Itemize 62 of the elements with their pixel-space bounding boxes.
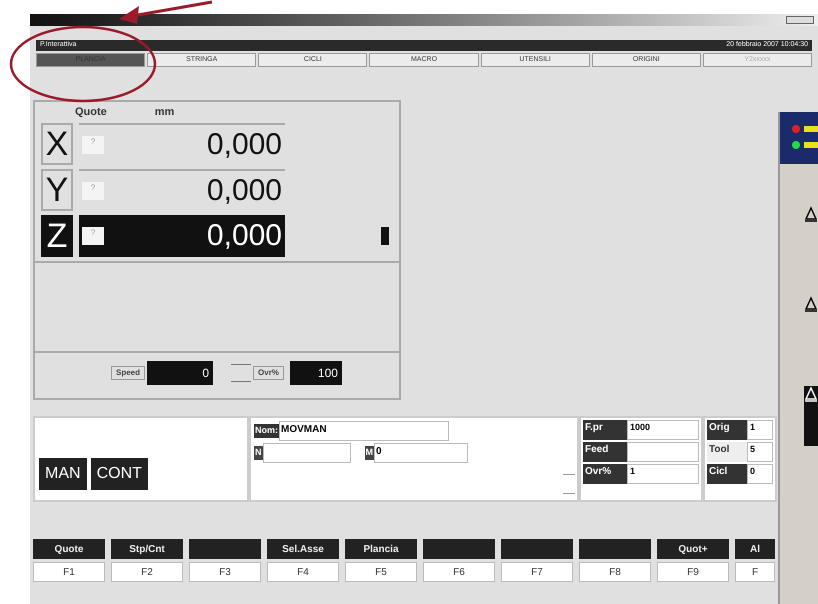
warning-icon [804,206,818,222]
spinner-icon[interactable] [563,474,575,494]
positions-heading: Quote [75,105,107,120]
axis-flag: ? [82,182,104,200]
function-label: Quot+ [657,539,729,559]
function-label: Stp/Cnt [111,539,183,559]
param-field[interactable]: 1000 [627,420,699,440]
axis-label: Z [41,214,73,256]
param-label: F.pr [583,420,627,440]
param-field[interactable]: 1 [627,464,699,484]
mode-indicator: MAN [39,458,87,490]
speed-value: 0 [147,360,214,384]
window-controls-icon[interactable] [786,16,814,24]
function-key[interactable]: F2 [111,562,183,582]
axis-flag: ? [82,136,104,154]
function-key[interactable]: F5 [345,562,417,582]
spinner-icon[interactable] [231,364,252,382]
function-key[interactable]: F6 [423,562,495,582]
status-label: Cicl [707,464,747,484]
function-label [579,539,651,559]
nom-label: Nom: [254,424,279,438]
nom-field[interactable]: MOVMAN [279,421,449,441]
mode-indicator: CONT [90,458,148,490]
function-label: Al [735,539,775,559]
axis-value: 0,000 [206,218,282,254]
function-label [189,539,261,559]
param-label: Feed [583,442,627,462]
warning-icon [804,386,818,402]
function-key[interactable]: F7 [501,562,573,582]
axis-value: 0,000 [206,173,282,209]
m-label: M [364,446,374,460]
function-key[interactable]: F3 [189,562,261,582]
function-label [501,539,573,559]
function-label: Quote [33,539,105,559]
axis-flag: ? [82,226,104,244]
status-field[interactable]: 0 [747,464,773,484]
status-label: Tool [707,442,747,462]
function-key[interactable]: F1 [33,562,105,582]
function-label [423,539,495,559]
function-key[interactable]: F4 [267,562,339,582]
param-label: Ovr% [583,464,627,484]
axis-label: X [41,122,73,164]
unit-label: mm [154,105,174,120]
warning-icon [804,296,818,312]
indicator-icon [381,226,389,244]
axis-label: Y [41,168,73,210]
axis-value: 0,000 [206,127,282,163]
status-label: Orig [707,420,747,440]
param-field[interactable] [627,442,699,462]
function-key[interactable]: F [735,562,775,582]
override-value: 100 [290,360,342,384]
function-key[interactable]: F9 [657,562,729,582]
override-label: Ovr% [253,366,284,380]
m-field[interactable]: 0 [374,443,468,463]
function-label: Plancia [345,539,417,559]
n-label: N [254,446,262,460]
speed-label: Speed [111,366,146,380]
function-label: Sel.Asse [267,539,339,559]
function-key[interactable]: F8 [579,562,651,582]
n-field[interactable] [262,443,350,463]
status-field[interactable]: 1 [747,420,773,440]
status-field[interactable]: 5 [747,442,773,462]
